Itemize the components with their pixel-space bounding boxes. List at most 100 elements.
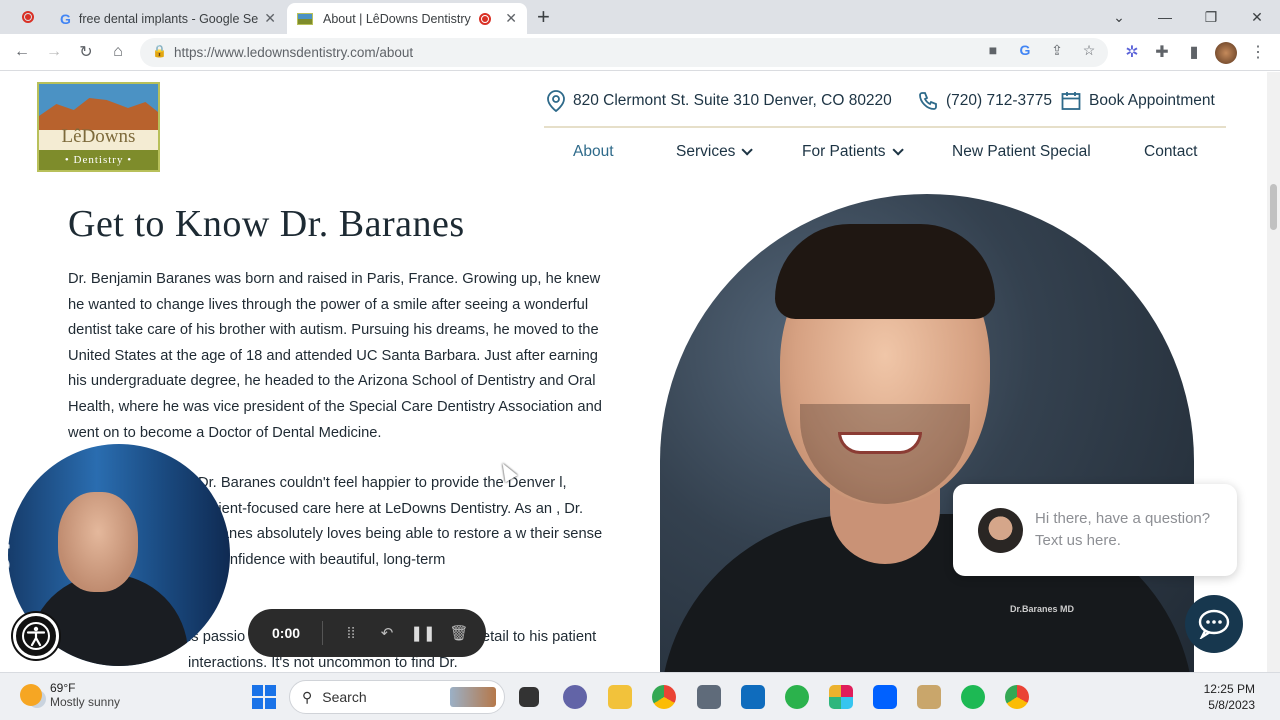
bookmark-star-icon[interactable]: ☆: [1078, 42, 1100, 59]
undo-icon[interactable]: ↶: [369, 624, 405, 642]
extensions-puzzle-icon[interactable]: ✚: [1150, 40, 1174, 64]
chat-bubbles-icon: [1198, 609, 1230, 639]
dropbox-icon[interactable]: [873, 685, 897, 709]
forward-button[interactable]: →: [42, 40, 66, 64]
weather-temp: 69°F: [50, 681, 76, 695]
phone-text: (720) 712-3775: [946, 92, 1052, 109]
phone-icon: [919, 92, 937, 110]
taskbar-search[interactable]: ⚲ Search: [289, 680, 505, 714]
tab-ledowns-about[interactable]: About | LêDowns Dentistry ✕: [287, 3, 527, 34]
address-info[interactable]: 820 Clermont St. Suite 310 Denver, CO 80…: [547, 90, 892, 112]
page-scrollbar[interactable]: [1267, 72, 1280, 672]
file-explorer-icon[interactable]: [519, 687, 539, 707]
trash-icon[interactable]: 🗑: [441, 624, 477, 642]
calculator-icon[interactable]: [697, 685, 721, 709]
logo-name: LêDowns: [61, 126, 136, 147]
nav-services[interactable]: Services: [676, 143, 754, 161]
favicon-icon: [297, 12, 313, 25]
back-button[interactable]: ←: [10, 40, 34, 64]
browser-toolbar: ← → ↻ ⌂ 🔒 https://www.ledownsdentistry.c…: [0, 34, 1280, 71]
nav-divider: [544, 126, 1226, 128]
extension-badge-icon[interactable]: ✲: [1120, 40, 1144, 64]
windows-taskbar: 69°F Mostly sunny ⚲ Search 12:25 PM 5/8/…: [0, 672, 1280, 720]
weather-widget[interactable]: 69°F Mostly sunny: [20, 681, 120, 709]
page-title: Get to Know Dr. Baranes: [68, 203, 465, 245]
nav-label: Contact: [1144, 143, 1198, 160]
doctor-photo: Dr.Baranes MD: [660, 194, 1194, 672]
calendar-icon: [1061, 92, 1081, 110]
photo-hair: [775, 224, 995, 319]
accessibility-icon: [22, 622, 50, 650]
chrome-profile-icon[interactable]: [1005, 685, 1029, 709]
site-logo[interactable]: LêDowns • Dentistry •: [37, 82, 160, 172]
scrollbar-thumb[interactable]: [1270, 184, 1277, 230]
clock-date: 5/8/2023: [1208, 698, 1255, 712]
menu-icon[interactable]: ⋮: [1246, 40, 1270, 64]
close-tab-icon[interactable]: ✕: [264, 10, 276, 27]
system-clock[interactable]: 12:25 PM 5/8/2023: [1204, 681, 1255, 713]
bio-paragraph-1: Dr. Benjamin Baranes was born and raised…: [68, 271, 602, 441]
photo-smile: [838, 432, 922, 454]
profile-avatar[interactable]: [1215, 42, 1237, 64]
tab-search-icon[interactable]: ⌄: [1096, 0, 1142, 34]
tab-google-search[interactable]: G free dental implants - Google Se ✕: [50, 3, 286, 34]
nav-contact[interactable]: Contact: [1144, 143, 1197, 161]
accessibility-button[interactable]: [13, 613, 59, 659]
side-panel-icon[interactable]: ▮: [1182, 40, 1206, 64]
nav-new-patient-special[interactable]: New Patient Special: [952, 143, 1091, 161]
close-tab-icon[interactable]: ✕: [505, 10, 517, 27]
folder-icon[interactable]: [608, 685, 632, 709]
weather-desc: Mostly sunny: [50, 695, 121, 709]
tab-title: About | LêDowns Dentistry: [323, 11, 471, 26]
browser-tab-bar: G free dental implants - Google Se ✕ Abo…: [0, 0, 1280, 34]
chevron-down-icon: [741, 144, 754, 156]
logo-mountain: [39, 98, 158, 130]
webcam-person-face: [58, 492, 138, 592]
nav-label: Services: [676, 143, 736, 160]
chat-prompt-bubble[interactable]: Hi there, have a question? Text us here.: [953, 484, 1237, 576]
sonos-icon[interactable]: [917, 685, 941, 709]
spotify-icon[interactable]: [961, 685, 985, 709]
photo-badge: Dr.Baranes MD: [1010, 604, 1075, 614]
teams-icon[interactable]: [563, 685, 587, 709]
book-appointment-text: Book Appointment: [1089, 92, 1215, 109]
chrome-icon[interactable]: [652, 685, 676, 709]
restore-button[interactable]: ❐: [1188, 0, 1234, 34]
slack-icon[interactable]: [829, 685, 853, 709]
new-tab-button[interactable]: +: [537, 4, 550, 30]
recording-timer: 0:00: [272, 625, 301, 641]
clock-time: 12:25 PM: [1203, 682, 1255, 696]
green-app-icon[interactable]: [785, 685, 809, 709]
recorder-controls: 0:00 ⁞⁞ ↶ ❚❚ 🗑: [248, 609, 486, 657]
drag-handle-icon[interactable]: ⁞⁞: [333, 625, 369, 642]
google-lens-icon[interactable]: G: [1014, 42, 1036, 58]
webcam-background-text: PRACTICE: [8, 504, 14, 633]
share-icon[interactable]: ⇪: [1046, 42, 1068, 59]
close-window-button[interactable]: ✕: [1234, 0, 1280, 34]
nav-for-patients[interactable]: For Patients: [802, 143, 904, 161]
nav-about[interactable]: About: [573, 143, 614, 161]
nav-label: New Patient Special: [952, 143, 1091, 160]
sun-icon: [20, 684, 42, 706]
start-button[interactable]: [252, 685, 276, 709]
camera-icon[interactable]: ■: [982, 42, 1004, 58]
search-icon: ⚲: [302, 688, 313, 705]
chat-open-button[interactable]: [1185, 595, 1243, 653]
tab-title: free dental implants - Google Se: [78, 11, 259, 26]
outlook-icon[interactable]: [741, 685, 765, 709]
nav-label: About: [573, 143, 614, 160]
pause-icon[interactable]: ❚❚: [405, 624, 441, 642]
map-pin-icon: [547, 90, 565, 112]
lock-icon: 🔒: [152, 44, 167, 58]
google-icon: G: [60, 10, 71, 27]
phone-info[interactable]: (720) 712-3775: [918, 90, 1052, 112]
tab-recording-icon: [479, 12, 492, 25]
reload-button[interactable]: ↻: [74, 40, 98, 64]
home-button[interactable]: ⌂: [106, 40, 130, 64]
address-bar[interactable]: 🔒 https://www.ledownsdentistry.com/about…: [140, 38, 1108, 67]
minimize-button[interactable]: —: [1142, 0, 1188, 34]
book-appointment-link[interactable]: Book Appointment: [1061, 90, 1215, 112]
photo-beard: [800, 404, 970, 504]
recording-indicator-icon: [22, 11, 34, 23]
search-label: Search: [322, 689, 367, 705]
